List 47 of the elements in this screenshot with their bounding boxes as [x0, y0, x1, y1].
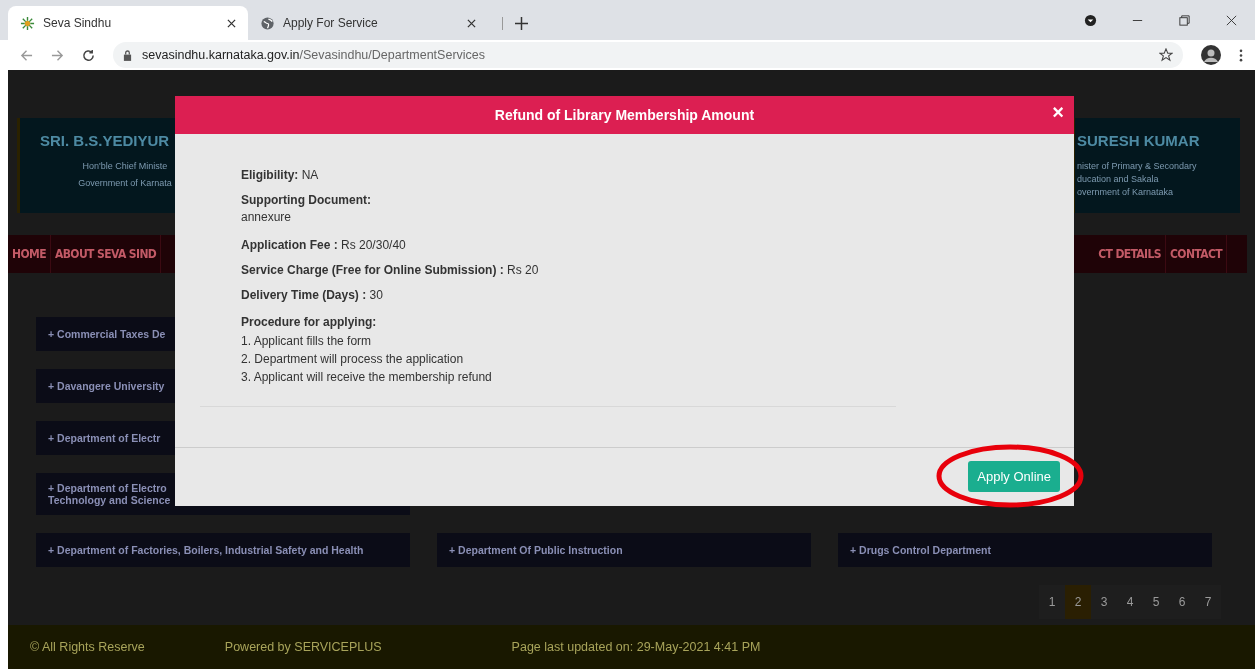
- department-button[interactable]: + Drugs Control Department: [838, 533, 1212, 567]
- header-subtitle: nister of Primary & Secondary: [1077, 161, 1197, 171]
- department-button[interactable]: + Department Of Public Instruction: [437, 533, 811, 567]
- detail-text: Application Fee : Rs 20/30/40: [241, 238, 406, 252]
- detail-value: annexure: [241, 210, 292, 224]
- nav-link[interactable]: ABOUT SEVA SIND: [50, 235, 162, 273]
- globe-icon: [260, 15, 275, 31]
- more-menu-icon[interactable]: [1239, 48, 1243, 62]
- header-subtitle: Government of Karnata: [78, 178, 172, 188]
- flower-icon: [20, 15, 35, 31]
- back-arrow-icon[interactable]: [20, 48, 33, 62]
- nav-link[interactable]: CT DETAILS: [1094, 235, 1166, 273]
- lock-icon: [123, 49, 132, 61]
- plus-icon[interactable]: [502, 17, 528, 30]
- nav-link[interactable]: HOME: [8, 235, 51, 273]
- forward-arrow-icon[interactable]: [51, 48, 64, 62]
- detail-label: Supporting Document:: [241, 193, 371, 207]
- detail-text: Delivery Time (Days) : 30: [241, 288, 383, 302]
- header-name: SRI. B.S.YEDIYUR: [39, 131, 171, 149]
- browser-tab[interactable]: Seva Sindhu: [8, 6, 248, 40]
- detail-text: Eligibility: NA: [241, 168, 319, 182]
- dialog-title: Refund of Library Membership Amount: [494, 107, 755, 123]
- star-icon[interactable]: [1159, 48, 1173, 62]
- restore-icon[interactable]: [1178, 14, 1191, 27]
- nav-link[interactable]: CONTACT: [1166, 235, 1227, 273]
- header-subtitle: ducation and Sakala: [1077, 174, 1159, 184]
- close-icon[interactable]: [1225, 14, 1238, 27]
- header-name: SURESH KUMAR: [1076, 131, 1200, 149]
- address-field[interactable]: sevasindhu.karnataka.gov.in/Sevasindhu/DepartmentServices: [113, 42, 1183, 68]
- close-icon[interactable]: [227, 18, 236, 28]
- profile-menu-icon[interactable]: [1084, 14, 1097, 27]
- detail-text: Service Charge (Free for Online Submission) : Rs 20: [241, 263, 539, 277]
- footer-text: © All Rights Reserve: [30, 640, 145, 654]
- department-button[interactable]: + Department of Factories, Boilers, Industrial Safety and Health: [36, 533, 410, 567]
- header-subtitle: overnment of Karnataka: [1077, 187, 1174, 197]
- footer-text: Page last updated on: 29-May-2021 4:41 PM: [511, 640, 761, 654]
- reload-icon[interactable]: [82, 48, 95, 62]
- procedure-step: 1. Applicant fills the form: [241, 332, 372, 350]
- footer-text: Powered by SERVICEPLUS: [224, 640, 382, 654]
- page-link[interactable]: 2: [1065, 585, 1091, 619]
- close-button[interactable]: ×: [1052, 102, 1064, 122]
- avatar-icon[interactable]: [1201, 45, 1221, 65]
- procedure-step: 3. Applicant will receive the membership refund: [241, 368, 492, 386]
- close-icon[interactable]: [467, 18, 476, 28]
- procedure-heading: Procedure for applying:: [241, 315, 377, 329]
- header-subtitle: Hon'ble Chief Ministe: [82, 161, 168, 171]
- procedure-step: 2. Department will process the application: [241, 350, 464, 368]
